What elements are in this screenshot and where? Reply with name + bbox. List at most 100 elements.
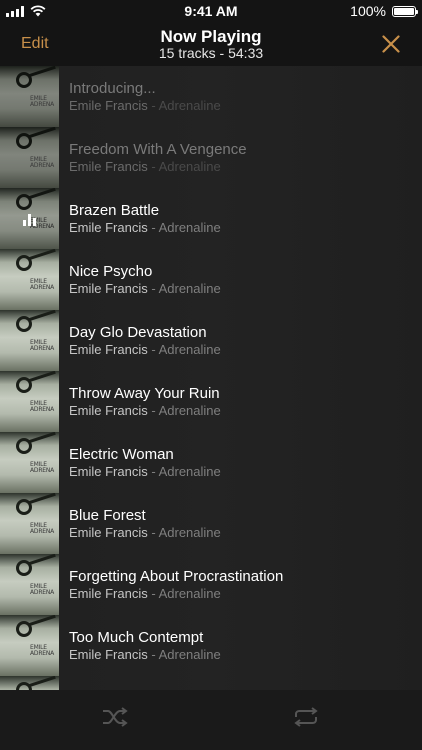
track-row[interactable]: EMILE ADRENA Forgetting About Procrastina… bbox=[0, 554, 422, 615]
track-info: Too Much Contempt Emile Francis - Adrenal… bbox=[59, 628, 221, 663]
nav-bar: Edit Now Playing 15 tracks - 54:33 bbox=[0, 22, 422, 66]
track-info: Electric Woman Emile Francis - Adrenaline bbox=[59, 445, 221, 480]
now-playing-icon bbox=[0, 188, 59, 249]
track-info: Forgetting About Procrastination Emile Fr… bbox=[59, 567, 283, 602]
wifi-icon bbox=[30, 5, 46, 17]
edit-button[interactable]: Edit bbox=[0, 35, 90, 53]
status-time: 9:41 AM bbox=[184, 3, 238, 19]
track-title: Blue Forest bbox=[69, 507, 146, 524]
track-row[interactable]: EMILE ADRENA Too Much Contempt Emile Franc… bbox=[0, 615, 422, 676]
track-title: Nice Psycho bbox=[69, 263, 153, 280]
track-album: Adrenaline bbox=[158, 342, 221, 357]
shuffle-button[interactable] bbox=[101, 706, 129, 733]
track-info: Introducing... Emile Francis - Adrenaline bbox=[59, 79, 221, 114]
track-album: Adrenaline bbox=[158, 281, 221, 296]
track-album: Adrenaline bbox=[158, 525, 221, 540]
close-button[interactable] bbox=[332, 35, 422, 53]
status-bar-left bbox=[6, 5, 126, 17]
track-title: Electric Woman bbox=[69, 446, 174, 463]
track-subtitle: Emile Francis - Adrenaline bbox=[69, 647, 221, 663]
track-subtitle: Emile Francis - Adrenaline bbox=[69, 586, 283, 602]
track-list[interactable]: EMILE ADRENA Introducing... Emile Francis … bbox=[0, 66, 422, 690]
track-artist: Emile Francis bbox=[69, 98, 148, 113]
track-row[interactable]: EMILE ADRENA Brazen Battle Emile Francis -… bbox=[0, 188, 422, 249]
track-artist: Emile Francis bbox=[69, 220, 148, 235]
separator: - bbox=[147, 281, 159, 296]
track-artist: Emile Francis bbox=[69, 342, 148, 357]
album-art: EMILE ADRENA bbox=[0, 249, 59, 310]
track-subtitle: Emile Francis - Adrenaline bbox=[69, 220, 221, 236]
track-info: Nice Psycho Emile Francis - Adrenaline bbox=[59, 262, 221, 297]
battery-percent: 100% bbox=[350, 3, 386, 19]
album-art-text: EMILE ADRENA bbox=[30, 339, 55, 352]
track-title: Brazen Battle bbox=[69, 202, 160, 219]
track-info: Brazen Battle Emile Francis - Adrenaline bbox=[59, 201, 221, 236]
track-info: Freedom With A Vengence Emile Francis - A… bbox=[59, 140, 247, 175]
track-subtitle: Emile Francis - Adrenaline bbox=[69, 464, 221, 480]
track-artist: Emile Francis bbox=[69, 159, 148, 174]
track-artist: Emile Francis bbox=[69, 281, 148, 296]
track-subtitle: Emile Francis - Adrenaline bbox=[69, 281, 221, 297]
separator: - bbox=[147, 525, 159, 540]
track-album: Adrenaline bbox=[158, 403, 221, 418]
track-row[interactable]: EMILE ADRENA Throw Away Your Ruin Emile Fr… bbox=[0, 371, 422, 432]
album-art-text: EMILE ADRENA bbox=[30, 278, 55, 291]
album-art-text: EMILE ADRENA bbox=[30, 461, 55, 474]
album-art: EMILE ADRENA bbox=[0, 310, 59, 371]
track-row[interactable]: EMILE ADRENA Blue Forest Emile Francis - A… bbox=[0, 493, 422, 554]
track-subtitle: Emile Francis - Adrenaline bbox=[69, 98, 221, 114]
track-title: Introducing... bbox=[69, 80, 156, 97]
close-icon bbox=[382, 35, 400, 53]
nav-title-group: Now Playing 15 tracks - 54:33 bbox=[158, 27, 264, 61]
track-album: Adrenaline bbox=[158, 220, 221, 235]
track-row[interactable]: EMILE ADRENA Freedom With A Vengence Emile… bbox=[0, 127, 422, 188]
album-art-text: EMILE ADRENA bbox=[30, 644, 55, 657]
track-summary: 15 tracks - 54:33 bbox=[158, 44, 264, 61]
status-bar-right: 100% bbox=[296, 3, 418, 19]
track-row-partial bbox=[0, 676, 422, 690]
track-subtitle: Emile Francis - Adrenaline bbox=[69, 342, 221, 358]
album-art: EMILE ADRENA bbox=[0, 371, 59, 432]
track-title: Freedom With A Vengence bbox=[69, 141, 247, 158]
track-subtitle: Emile Francis - Adrenaline bbox=[69, 403, 221, 419]
track-album: Adrenaline bbox=[158, 98, 221, 113]
track-title: Too Much Contempt bbox=[69, 629, 204, 646]
separator: - bbox=[147, 342, 159, 357]
track-info: Throw Away Your Ruin Emile Francis - Adre… bbox=[59, 384, 221, 419]
separator: - bbox=[147, 464, 159, 479]
separator: - bbox=[147, 586, 159, 601]
track-title: Throw Away Your Ruin bbox=[69, 385, 220, 402]
album-art: EMILE ADRENA bbox=[0, 554, 59, 615]
track-artist: Emile Francis bbox=[69, 586, 148, 601]
track-artist: Emile Francis bbox=[69, 403, 148, 418]
track-artist: Emile Francis bbox=[69, 464, 148, 479]
separator: - bbox=[147, 220, 159, 235]
track-title: Day Glo Devastation bbox=[69, 324, 207, 341]
separator: - bbox=[147, 159, 159, 174]
album-art: EMILE ADRENA bbox=[0, 127, 59, 188]
album-art-text: EMILE ADRENA bbox=[30, 400, 55, 413]
cellular-signal-icon bbox=[6, 5, 24, 17]
track-row[interactable]: EMILE ADRENA Introducing... Emile Francis … bbox=[0, 66, 422, 127]
repeat-button[interactable] bbox=[292, 706, 320, 733]
album-art-text: EMILE ADRENA bbox=[30, 156, 55, 169]
separator: - bbox=[147, 403, 159, 418]
track-row[interactable]: EMILE ADRENA Electric Woman Emile Francis … bbox=[0, 432, 422, 493]
album-art: EMILE ADRENA bbox=[0, 66, 59, 127]
track-title: Forgetting About Procrastination bbox=[69, 568, 284, 585]
repeat-icon bbox=[294, 707, 318, 727]
track-album: Adrenaline bbox=[158, 647, 221, 662]
album-art: EMILE ADRENA bbox=[0, 493, 59, 554]
track-subtitle: Emile Francis - Adrenaline bbox=[69, 159, 247, 175]
album-art-text: EMILE ADRENA bbox=[30, 522, 55, 535]
separator: - bbox=[147, 98, 159, 113]
track-row[interactable]: EMILE ADRENA Day Glo Devastation Emile Fra… bbox=[0, 310, 422, 371]
track-subtitle: Emile Francis - Adrenaline bbox=[69, 525, 221, 541]
separator: - bbox=[147, 647, 159, 662]
album-art: EMILE ADRENA bbox=[0, 432, 59, 493]
shuffle-icon bbox=[103, 707, 128, 727]
track-row[interactable]: EMILE ADRENA Nice Psycho Emile Francis - A… bbox=[0, 249, 422, 310]
track-album: Adrenaline bbox=[158, 586, 221, 601]
battery-icon bbox=[391, 5, 418, 17]
track-artist: Emile Francis bbox=[69, 525, 148, 540]
